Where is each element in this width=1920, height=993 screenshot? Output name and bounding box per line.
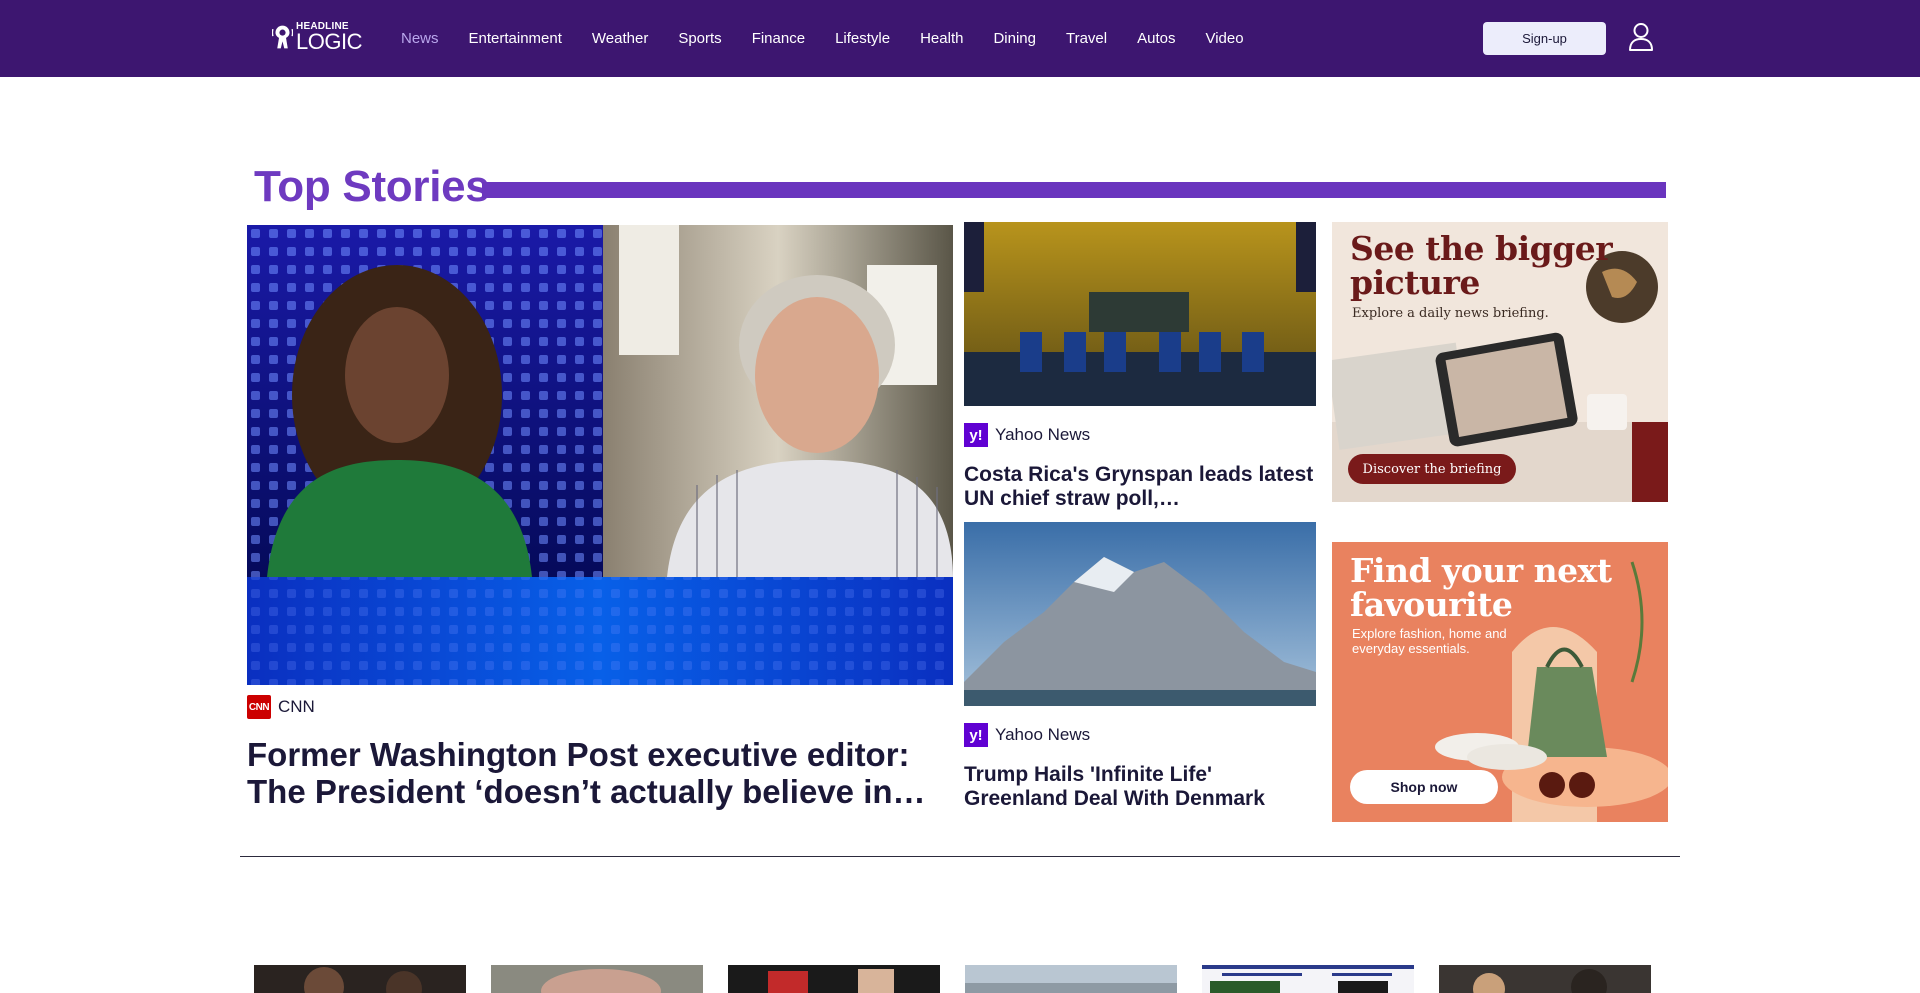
nav-item-weather[interactable]: Weather (592, 30, 648, 47)
ad-news-briefing[interactable]: See the bigger picture Explore a daily n… (1332, 222, 1668, 502)
main-story-source[interactable]: CNN CNN (247, 695, 315, 719)
site-header: HEADLINE LOGIC News Entertainment Weathe… (0, 0, 1920, 77)
yahoo-logo-icon: y! (964, 423, 988, 447)
ad-title: Find your next favourite (1350, 551, 1612, 624)
nav-item-entertainment[interactable]: Entertainment (469, 30, 562, 47)
source-name: Yahoo News (995, 725, 1091, 744)
source-name: CNN (278, 697, 315, 716)
story-thumbnail[interactable] (965, 965, 1177, 993)
ad-shopping[interactable]: Find your next favourite Explore fashion… (1332, 542, 1668, 822)
headline-logic-logo-icon (272, 25, 294, 49)
side-story-headline[interactable]: Trump Hails 'Infinite Life' Greenland De… (964, 763, 1316, 811)
story-thumbnail[interactable] (1439, 965, 1651, 993)
side-story-image[interactable] (964, 222, 1316, 406)
nav-item-sports[interactable]: Sports (678, 30, 721, 47)
side-story-source[interactable]: y! Yahoo News (964, 723, 1090, 747)
nav-item-news[interactable]: News (401, 30, 439, 47)
cnn-logo-icon: CNN (247, 695, 271, 719)
section-divider (240, 856, 1680, 857)
side-story-source[interactable]: y! Yahoo News (964, 423, 1090, 447)
site-logo[interactable]: HEADLINE LOGIC (272, 20, 362, 54)
user-icon[interactable] (1628, 22, 1654, 52)
nav-item-autos[interactable]: Autos (1137, 30, 1175, 47)
ad-cta-button[interactable]: Discover the briefing (1348, 454, 1516, 484)
story-thumbnail[interactable] (491, 965, 703, 993)
ad-title: See the bigger picture (1350, 229, 1613, 302)
nav-item-finance[interactable]: Finance (752, 30, 805, 47)
nav-item-dining[interactable]: Dining (993, 30, 1036, 47)
nav-item-video[interactable]: Video (1205, 30, 1243, 47)
side-story-image[interactable] (964, 522, 1316, 706)
nav-item-travel[interactable]: Travel (1066, 30, 1107, 47)
story-thumbnail[interactable] (728, 965, 940, 993)
main-story-image[interactable] (247, 225, 953, 685)
signup-button[interactable]: Sign-up (1483, 22, 1606, 55)
main-story-headline[interactable]: Former Washington Post executive editor:… (247, 736, 953, 810)
source-name: Yahoo News (995, 425, 1091, 444)
section-title: Top Stories (254, 162, 490, 211)
side-story-headline[interactable]: Costa Rica's Grynspan leads latest UN ch… (964, 463, 1316, 511)
ad-cta-button[interactable]: Shop now (1350, 770, 1498, 804)
yahoo-logo-icon: y! (964, 723, 988, 747)
ad-subtitle: Explore fashion, home and everyday essen… (1352, 626, 1507, 656)
main-nav: News Entertainment Weather Sports Financ… (401, 0, 1274, 77)
nav-item-health[interactable]: Health (920, 30, 963, 47)
nav-item-lifestyle[interactable]: Lifestyle (835, 30, 890, 47)
logo-bottom-text: LOGIC (296, 28, 362, 54)
story-thumbnail[interactable] (254, 965, 466, 993)
ad-subtitle: Explore a daily news briefing. (1352, 306, 1549, 321)
section-title-bar (482, 182, 1666, 198)
story-thumbnail[interactable] (1202, 965, 1414, 993)
